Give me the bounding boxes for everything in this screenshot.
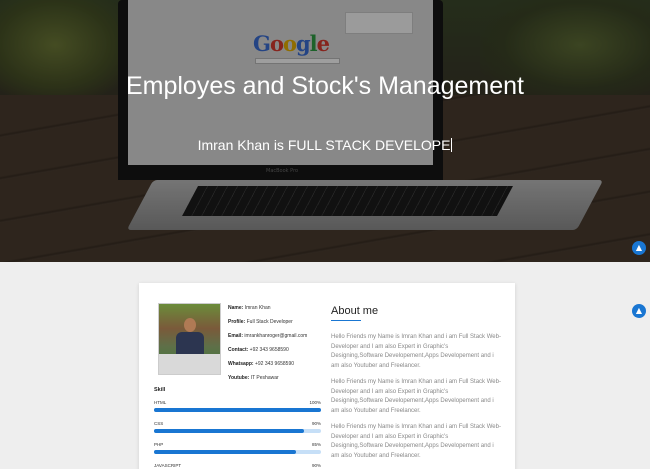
- profile-info: Name: Imran Khan Profile: Full Stack Dev…: [228, 304, 307, 388]
- skill-progress-fill: [154, 429, 305, 433]
- value[interactable]: imrankhanroger@gmail.com: [244, 333, 307, 339]
- profile-row-whatsapp: Whatsapp: +92 343 9658590: [228, 360, 307, 374]
- label: Email:: [228, 333, 244, 339]
- arrow-up-icon: ▲: [635, 306, 643, 315]
- photo-person-head: [184, 318, 196, 332]
- about-heading: About me: [331, 305, 379, 317]
- label: Whatsapp:: [228, 361, 254, 367]
- arrow-up-icon: ▲: [635, 243, 643, 252]
- hero-title: Employes and Stock's Management: [125, 72, 525, 100]
- skill-name: CSS: [154, 421, 164, 426]
- typed-text: Imran Khan is FULL STACK DEVELOPE: [197, 137, 451, 153]
- hero-subtitle: Imran Khan is FULL STACK DEVELOPE: [0, 137, 650, 153]
- skill-name: HTML: [154, 400, 167, 405]
- skill-name: JAVASCRIPT: [154, 463, 182, 468]
- hero-banner: Google MacBook Pro Employes and Stock's …: [0, 0, 650, 262]
- skill-name: PHP: [154, 442, 164, 447]
- scroll-to-top-button[interactable]: ▲: [632, 241, 646, 255]
- skill-progress-fill: [154, 408, 321, 412]
- skill-percent: 100%: [309, 400, 321, 405]
- profile-row-youtube: Youtube: IT Peshawar: [228, 374, 307, 388]
- skill-percent: 90%: [311, 463, 321, 468]
- skill-progress-fill: [154, 450, 296, 454]
- photo-person-body: [176, 332, 204, 356]
- profile-row-profile: Profile: Full Stack Developer: [228, 318, 307, 332]
- about-paragraph: Hello Friends my Name is Imran Khan and …: [331, 334, 501, 369]
- value: +92 343 9658590: [249, 347, 289, 353]
- profile-photo: [158, 303, 221, 375]
- scroll-to-top-button-secondary[interactable]: ▲: [632, 304, 646, 318]
- profile-row-name: Name: Imran Khan: [228, 304, 307, 318]
- value: +92 343 9658590: [254, 361, 295, 367]
- value: Imran Khan: [244, 305, 271, 311]
- value: Full Stack Developer: [246, 319, 293, 325]
- photo-desk: [159, 354, 220, 374]
- skill-progress-track: [154, 408, 321, 412]
- label: Contact:: [228, 347, 249, 353]
- label: Youtube:: [228, 375, 250, 381]
- skill-progress-track: [154, 429, 321, 433]
- typing-caret: [451, 138, 453, 152]
- hero-overlay: [0, 0, 650, 262]
- skills-heading: Skill: [154, 387, 166, 393]
- profile-card: Name: Imran Khan Profile: Full Stack Dev…: [139, 283, 515, 469]
- value[interactable]: IT Peshawar: [251, 375, 279, 381]
- skill-percent: 90%: [311, 421, 321, 426]
- about-paragraph: Hello Friends my Name is Imran Khan and …: [331, 379, 501, 414]
- label: Name:: [228, 305, 244, 311]
- label: Profile:: [228, 319, 246, 325]
- skill-progress-track: [154, 450, 321, 454]
- profile-row-email: Email: imrankhanroger@gmail.com: [228, 332, 307, 346]
- skill-percent: 85%: [311, 442, 321, 447]
- profile-row-contact: Contact: +92 343 9658590: [228, 346, 307, 360]
- about-heading-underline: [331, 320, 361, 321]
- about-paragraph: Hello Friends my Name is Imran Khan and …: [331, 424, 501, 459]
